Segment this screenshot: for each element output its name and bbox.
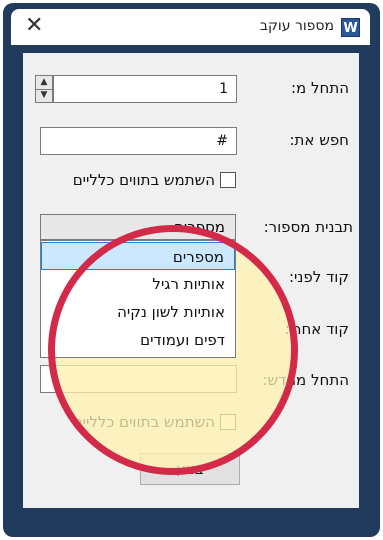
suffix-label: קוד אחרי: xyxy=(284,320,349,338)
dialog-panel: התחל מ: ▲ ▼ חפש את: השתמש בתווים כלליים … xyxy=(23,53,359,508)
wildcards-bottom-label: השתמש בתווים כלליים xyxy=(72,413,215,431)
find-input[interactable] xyxy=(40,127,237,155)
spin-up-icon[interactable]: ▲ xyxy=(36,76,52,90)
wildcards-top-checkbox[interactable] xyxy=(220,172,236,188)
option-letters-regular[interactable]: אותיות רגיל xyxy=(41,270,235,298)
close-icon[interactable]: ✕ xyxy=(25,15,43,37)
execute-button[interactable]: בצע xyxy=(140,453,240,485)
restart-label: התחל מחדש: xyxy=(262,371,349,389)
number-format-select[interactable]: מספרים xyxy=(40,214,236,240)
title-bar: ✕ מספור עוקב W xyxy=(11,9,370,45)
start-at-input[interactable] xyxy=(53,75,237,103)
wildcards-top-label: השתמש בתווים כלליים xyxy=(72,171,215,189)
option-numbers[interactable]: מספרים xyxy=(41,242,235,270)
start-at-spinner[interactable]: ▲ ▼ xyxy=(35,75,53,103)
prefix-label: קוד לפני: xyxy=(289,268,349,286)
restart-input[interactable] xyxy=(40,365,237,393)
window-frame: ✕ מספור עוקב W התחל מ: ▲ ▼ חפש את: השתמש… xyxy=(3,3,380,537)
spin-down-icon[interactable]: ▼ xyxy=(36,89,52,102)
number-format-selected: מספרים xyxy=(173,218,225,236)
option-letters-clean[interactable]: אותיות לשון נקיה xyxy=(41,298,235,326)
word-app-icon: W xyxy=(341,18,360,37)
number-format-dropdown[interactable]: מספרים אותיות רגיל אותיות לשון נקיה דפים… xyxy=(40,240,236,358)
find-label: חפש את: xyxy=(289,131,349,149)
window-title: מספור עוקב xyxy=(259,18,334,34)
start-at-label: התחל מ: xyxy=(291,79,349,97)
number-format-label: תבנית מספור: xyxy=(263,218,353,236)
wildcards-bottom-checkbox[interactable] xyxy=(220,414,236,430)
option-pages-columns[interactable]: דפים ועמודים xyxy=(41,326,235,354)
